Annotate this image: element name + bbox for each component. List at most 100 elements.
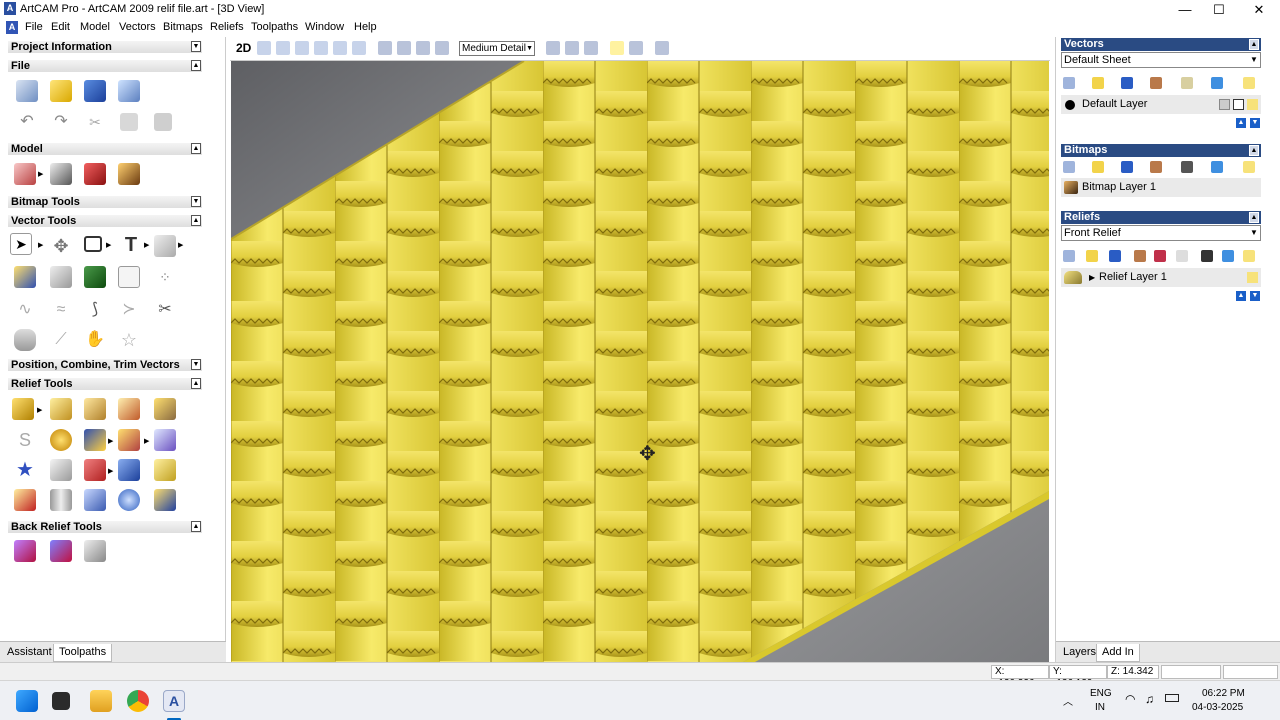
spin-icon[interactable] — [84, 398, 106, 420]
merge-layer-icon[interactable] — [1150, 77, 1162, 89]
submenu-arrow-icon[interactable]: ▶ — [38, 241, 43, 249]
clock-time[interactable]: 06:22 PM — [1202, 688, 1245, 699]
material-icon[interactable] — [629, 41, 643, 55]
load-image-icon[interactable] — [84, 163, 106, 185]
node-edit-icon[interactable] — [14, 266, 36, 288]
relief-bulb-icon[interactable] — [1243, 250, 1255, 262]
dome-icon[interactable] — [154, 429, 176, 451]
side-view-icon[interactable] — [416, 41, 430, 55]
smooth-icon[interactable]: ∿ — [14, 299, 36, 321]
cut-icon[interactable]: ✂ — [86, 113, 104, 131]
open-relief-icon[interactable] — [1086, 250, 1098, 262]
battery-icon[interactable] — [1165, 694, 1179, 702]
menu-file[interactable]: File — [25, 21, 43, 33]
print-icon[interactable] — [118, 80, 140, 102]
curve-icon[interactable]: ⟆ — [84, 299, 106, 321]
delete-bitmap-icon[interactable] — [1211, 161, 1223, 173]
bitmap-display-icon[interactable] — [1181, 161, 1193, 173]
nodes-icon[interactable]: ⁘ — [154, 266, 176, 288]
save-bitmap-icon[interactable] — [1121, 161, 1133, 173]
submenu-arrow-icon[interactable]: ▶ — [37, 406, 42, 414]
submenu-arrow-icon[interactable]: ▶ — [144, 241, 149, 249]
move-down-icon[interactable]: ▼ — [1250, 118, 1260, 128]
new-bitmap-icon[interactable] — [1063, 161, 1075, 173]
tab-assistant[interactable]: Assistant — [2, 644, 57, 662]
back-relief-1-icon[interactable] — [14, 540, 36, 562]
sculpt-icon[interactable] — [118, 429, 140, 451]
combine-relief-icon[interactable] — [1154, 250, 1166, 262]
shape-editor-icon[interactable] — [12, 398, 34, 420]
paste-icon[interactable] — [154, 113, 172, 131]
project-information-header[interactable]: Project Information ▼ — [8, 41, 202, 53]
copy-icon[interactable] — [120, 113, 138, 131]
lock-icon[interactable] — [1219, 99, 1230, 110]
vectors-header[interactable]: Vectors ▲ — [1061, 38, 1261, 51]
volume-icon[interactable]: ♫ — [1145, 692, 1154, 706]
language-code[interactable]: ENG — [1090, 688, 1112, 699]
rotate-icon[interactable] — [257, 41, 271, 55]
save-relief-icon[interactable] — [1109, 250, 1121, 262]
wave-icon[interactable]: ≈ — [50, 299, 72, 321]
submenu-arrow-icon[interactable]: ▶ — [108, 467, 113, 475]
relief-layer-row[interactable]: ▶ Relief Layer 1 — [1061, 268, 1261, 287]
bitmap-layer-row[interactable]: Bitmap Layer 1 — [1061, 178, 1261, 197]
axis-icon[interactable] — [584, 41, 598, 55]
rectangle-icon[interactable] — [84, 236, 102, 252]
new-relief-icon[interactable] — [1063, 250, 1075, 262]
menu-model[interactable]: Model — [80, 21, 110, 33]
detail-level-select[interactable]: Medium Detail ▼ — [459, 41, 535, 56]
chevron-up-icon[interactable]: ︿ — [1063, 693, 1073, 708]
move-up-icon[interactable]: ▲ — [1236, 291, 1246, 301]
maximize-button[interactable]: ☐ — [1200, 0, 1238, 19]
trim-icon[interactable]: ✂ — [154, 299, 176, 321]
submenu-arrow-icon[interactable]: ▶ — [108, 437, 113, 445]
back-relief-3-icon[interactable] — [84, 540, 106, 562]
tab-add-in[interactable]: Add In — [1096, 644, 1140, 662]
tab-toolpaths[interactable]: Toolpaths — [53, 644, 113, 662]
visibility-bulb-icon[interactable] — [1247, 272, 1258, 283]
submenu-arrow-icon[interactable]: ▶ — [38, 170, 43, 178]
menu-bitmaps[interactable]: Bitmaps — [163, 21, 203, 33]
menu-window[interactable]: Window — [305, 21, 344, 33]
paste-relief-icon[interactable] — [154, 489, 176, 511]
reliefs-header[interactable]: Reliefs ▲ — [1061, 211, 1261, 224]
star-icon[interactable]: ☆ — [118, 329, 140, 351]
delete-layer-icon[interactable] — [1211, 77, 1223, 89]
expand-icon[interactable]: ▲ — [191, 60, 201, 71]
menu-help[interactable]: Help — [354, 21, 377, 33]
clock-date[interactable]: 04-03-2025 — [1192, 702, 1243, 713]
visibility-bulb-icon[interactable] — [1247, 99, 1258, 110]
grid-view-icon[interactable] — [565, 41, 579, 55]
document-icon[interactable]: A — [6, 21, 18, 34]
view-2d-button[interactable]: 2D — [236, 41, 251, 55]
artcam-taskbar-icon[interactable]: A — [163, 690, 185, 712]
language-region[interactable]: IN — [1095, 702, 1105, 713]
line-icon[interactable]: ⟋ — [50, 329, 72, 351]
top-view-icon[interactable] — [435, 41, 449, 55]
close-button[interactable]: ✕ — [1240, 0, 1278, 19]
zoom-in-icon[interactable] — [295, 41, 309, 55]
file-header[interactable]: File ▲ — [8, 60, 202, 72]
pen-icon[interactable] — [1233, 99, 1244, 110]
open-layer-icon[interactable] — [1092, 77, 1104, 89]
texture-relief-icon[interactable] — [50, 429, 72, 451]
face-relief-icon[interactable] — [84, 429, 106, 451]
menu-vectors[interactable]: Vectors — [119, 21, 156, 33]
expand-icon[interactable]: ▲ — [191, 521, 201, 532]
relief-select[interactable]: Front Relief ▼ — [1061, 225, 1261, 241]
vector-sheet-select[interactable]: Default Sheet ▼ — [1061, 52, 1261, 68]
text-tool-icon[interactable]: T — [120, 234, 142, 256]
offset-relief-icon[interactable] — [154, 459, 176, 481]
two-rail-sweep-icon[interactable] — [154, 398, 176, 420]
chrome-icon[interactable] — [127, 690, 149, 712]
relief-display-icon[interactable] — [1201, 250, 1213, 262]
open-folder-icon[interactable] — [50, 80, 72, 102]
relief-options-icon[interactable] — [1176, 250, 1188, 262]
bitmaps-header[interactable]: Bitmaps ▲ — [1061, 144, 1261, 157]
sphere-icon[interactable] — [118, 489, 140, 511]
start-icon[interactable] — [16, 690, 38, 712]
vector-tools-header[interactable]: Vector Tools ▲ — [8, 215, 202, 227]
zoom-box-icon[interactable] — [333, 41, 347, 55]
cube-relief-icon[interactable] — [84, 489, 106, 511]
move-down-icon[interactable]: ▼ — [1250, 291, 1260, 301]
